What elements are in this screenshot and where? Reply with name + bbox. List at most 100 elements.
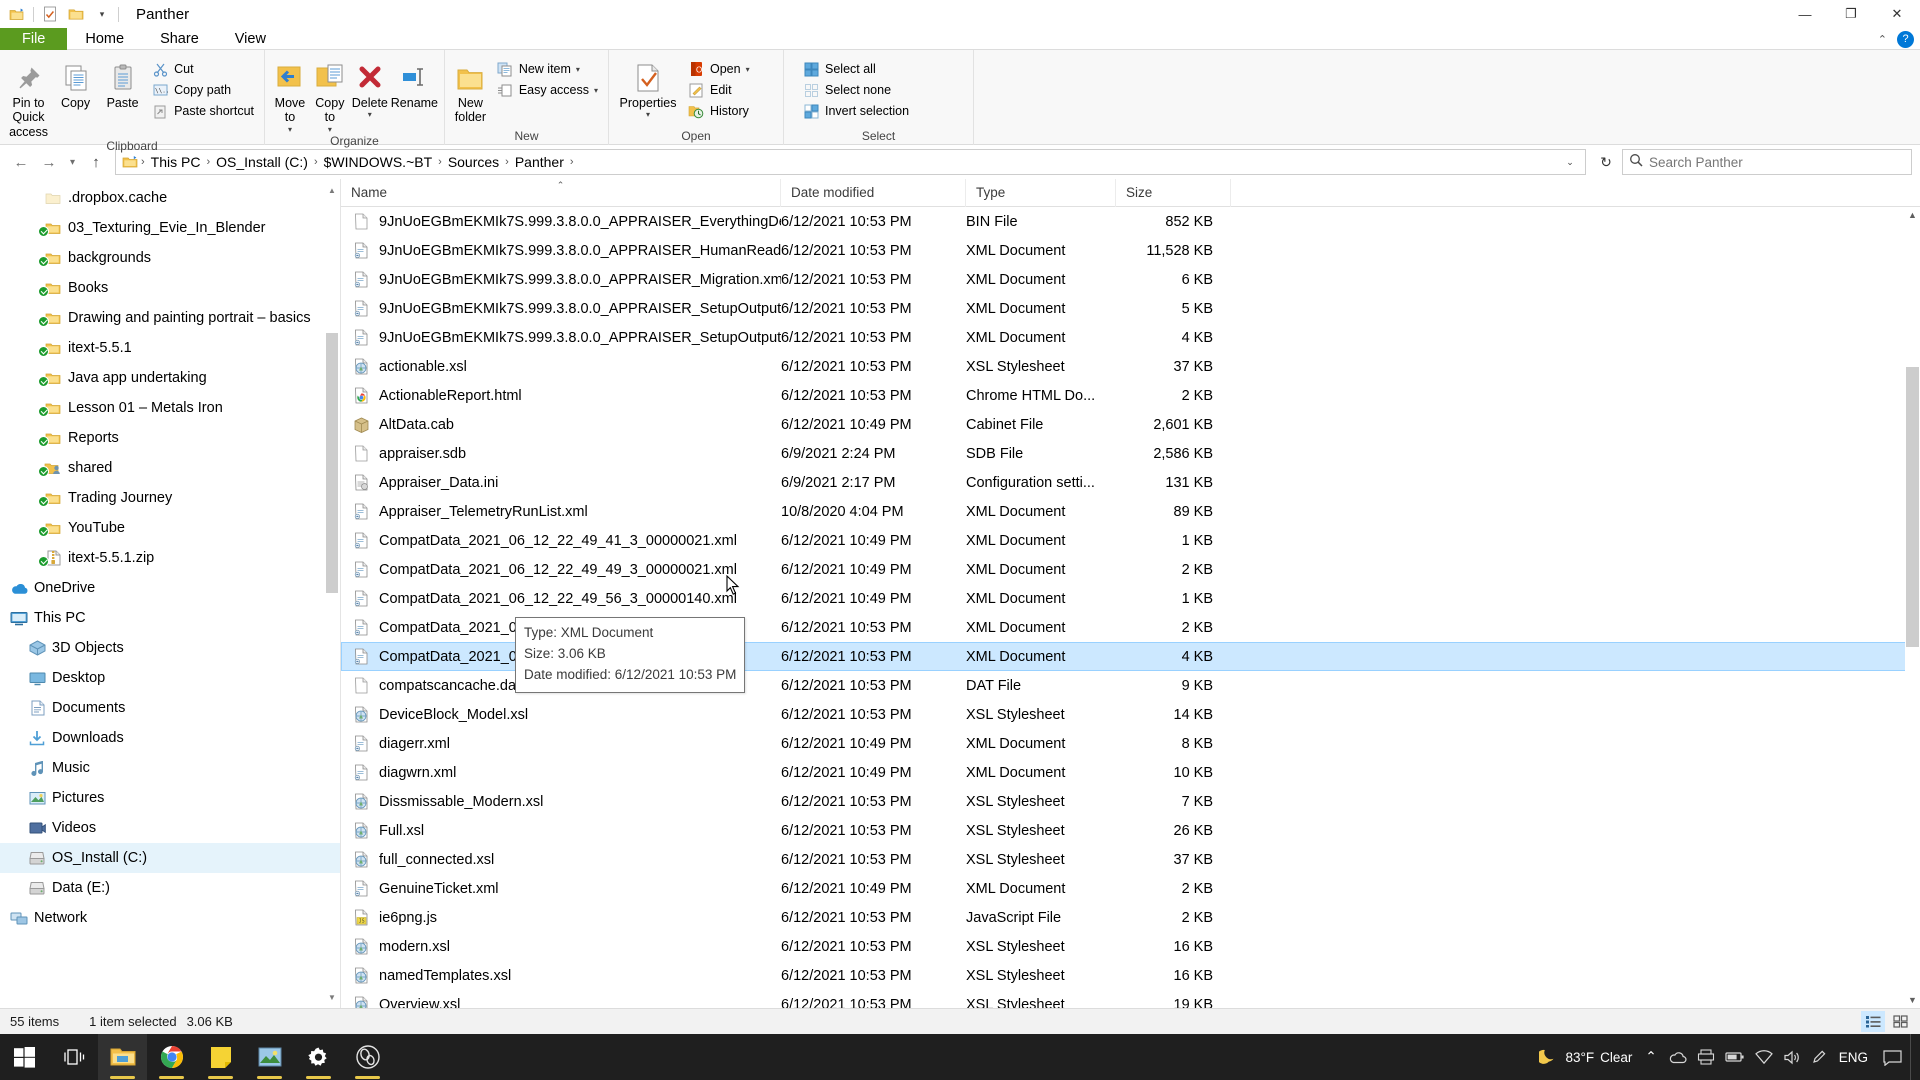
taskbar-app-obs[interactable] — [343, 1034, 392, 1080]
file-row[interactable]: CompatData_2021_06_12_22_49_41_3_0000002… — [341, 526, 1920, 555]
easy-access-caret[interactable]: ▾ — [594, 86, 598, 95]
file-row[interactable]: appraiser.sdb 6/9/2021 2:24 PM SDB File 2,5… — [341, 439, 1920, 468]
sidebar-scroll-thumb[interactable] — [326, 333, 338, 593]
details-view-icon[interactable] — [1861, 1011, 1885, 1032]
file-row[interactable]: Dissmissable_Modern.xsl 6/12/2021 10:53 P… — [341, 787, 1920, 816]
printer-tray-icon[interactable] — [1692, 1034, 1720, 1080]
breadcrumb-item-panther[interactable]: Panther — [510, 154, 569, 170]
file-row[interactable]: 9JnUoEGBmEKMIk7S.999.3.8.0.0_APPRAISER_M… — [341, 265, 1920, 294]
battery-tray-icon[interactable] — [1720, 1034, 1750, 1080]
new-item-caret[interactable]: ▾ — [576, 65, 580, 74]
breadcrumb-item-os-install[interactable]: OS_Install (C:) — [211, 154, 313, 170]
file-row[interactable]: diagwrn.xml 6/12/2021 10:49 PM XML Documen… — [341, 758, 1920, 787]
file-row[interactable]: 9JnUoEGBmEKMIk7S.999.3.8.0.0_APPRAISER_H… — [341, 236, 1920, 265]
open-button[interactable]: O Open ▾ — [683, 59, 754, 79]
pen-tray-icon[interactable] — [1806, 1034, 1832, 1080]
move-to-caret[interactable]: ▾ — [288, 125, 292, 134]
sidebar-item-downloads[interactable]: Downloads — [0, 723, 340, 753]
file-row[interactable]: Overview.xsl 6/12/2021 10:53 PM XSL Styles… — [341, 990, 1920, 1008]
file-row[interactable]: actionable.xsl 6/12/2021 10:53 PM XSL Styl… — [341, 352, 1920, 381]
taskbar-app-file-explorer[interactable] — [98, 1034, 147, 1080]
breadcrumb-dropdown-icon[interactable]: ⌄ — [1559, 157, 1581, 168]
breadcrumb[interactable]: › This PC › OS_Install (C:) › $WINDOWS.~… — [115, 149, 1586, 175]
breadcrumb-item-windows-bt[interactable]: $WINDOWS.~BT — [319, 154, 438, 170]
copy-to-caret[interactable]: ▾ — [328, 125, 332, 134]
sidebar-item-pictures[interactable]: Pictures — [0, 783, 340, 813]
invert-selection-button[interactable]: Invert selection — [798, 101, 913, 121]
delete-caret[interactable]: ▾ — [368, 110, 372, 119]
tab-home[interactable]: Home — [67, 28, 142, 50]
taskbar-app-chrome[interactable] — [147, 1034, 196, 1080]
file-row[interactable]: Appraiser_TelemetryRunList.xml 10/8/2020 … — [341, 497, 1920, 526]
file-scroll-up-icon[interactable]: ▲ — [1905, 207, 1920, 223]
file-row[interactable]: modern.xsl 6/12/2021 10:53 PM XSL Styleshe… — [341, 932, 1920, 961]
search-box[interactable]: Search Panther — [1622, 149, 1912, 175]
tab-file[interactable]: File — [0, 28, 68, 50]
file-row[interactable]: Appraiser_Data.ini 6/9/2021 2:17 PM Config… — [341, 468, 1920, 497]
maximize-button[interactable]: ❐ — [1828, 0, 1874, 28]
sidebar-item-shared[interactable]: shared — [0, 453, 340, 483]
ribbon-collapse-icon[interactable]: ⌃ — [1878, 33, 1887, 46]
breadcrumb-separator-5[interactable]: › — [569, 156, 575, 168]
properties-button[interactable]: Properties ▾ — [615, 55, 681, 120]
rename-button[interactable]: Rename — [391, 55, 438, 110]
breadcrumb-item-this-pc[interactable]: This PC — [146, 154, 206, 170]
column-header-type[interactable]: Type — [966, 178, 1116, 207]
paste-button[interactable]: Paste — [100, 55, 145, 110]
edit-button[interactable]: Edit — [683, 80, 754, 100]
large-icons-view-icon[interactable] — [1888, 1011, 1912, 1032]
sidebar-item-03-texturing-evie-in-blender[interactable]: 03_Texturing_Evie_In_Blender — [0, 213, 340, 243]
sidebar-item-backgrounds[interactable]: backgrounds — [0, 243, 340, 273]
sidebar-item-music[interactable]: Music — [0, 753, 340, 783]
file-row[interactable]: AltData.cab 6/12/2021 10:49 PM Cabinet Fil… — [341, 410, 1920, 439]
copy-path-button[interactable]: \\.. Copy path — [147, 80, 258, 100]
file-row[interactable]: CompatData_2021_06_12_22_49_56_3_0000014… — [341, 584, 1920, 613]
sidebar-item-dropbox-cache[interactable]: .dropbox.cache — [0, 183, 340, 213]
sidebar-item-books[interactable]: Books — [0, 273, 340, 303]
taskbar-app-settings[interactable] — [294, 1034, 343, 1080]
paste-shortcut-button[interactable]: Paste shortcut — [147, 101, 258, 121]
sidebar-item-onedrive[interactable]: OneDrive — [0, 573, 340, 603]
sidebar-item-videos[interactable]: Videos — [0, 813, 340, 843]
select-all-button[interactable]: Select all — [798, 59, 913, 79]
sidebar-item-lesson-01-metals-iron[interactable]: Lesson 01 – Metals Iron — [0, 393, 340, 423]
sidebar-item-drawing-and-painting-portrait-basics[interactable]: Drawing and painting portrait – basics — [0, 303, 340, 333]
language-indicator[interactable]: ENG — [1832, 1034, 1875, 1080]
sidebar-item-desktop[interactable]: Desktop — [0, 663, 340, 693]
file-row[interactable]: ActionableReport.html 6/12/2021 10:53 PM C… — [341, 381, 1920, 410]
file-row[interactable]: 9JnUoEGBmEKMIk7S.999.3.8.0.0_APPRAISER_S… — [341, 294, 1920, 323]
properties-icon[interactable] — [37, 2, 63, 26]
new-folder-icon[interactable] — [4, 2, 30, 26]
sidebar-item-3d-objects[interactable]: 3D Objects — [0, 633, 340, 663]
move-to-button[interactable]: Move to ▾ — [271, 55, 309, 134]
easy-access-button[interactable]: Easy access ▾ — [492, 80, 602, 100]
history-button[interactable]: History — [683, 101, 754, 121]
sidebar-item-documents[interactable]: Documents — [0, 693, 340, 723]
cut-button[interactable]: Cut — [147, 59, 258, 79]
file-row[interactable]: diagerr.xml 6/12/2021 10:49 PM XML Documen… — [341, 729, 1920, 758]
sidebar-item-youtube[interactable]: YouTube — [0, 513, 340, 543]
copy-to-button[interactable]: Copy to ▾ — [311, 55, 349, 134]
network-tray-icon[interactable] — [1750, 1034, 1778, 1080]
file-list-scrollbar[interactable]: ▲ ▼ — [1905, 207, 1920, 1008]
sidebar-item-network[interactable]: Network — [0, 903, 340, 933]
new-item-button[interactable]: New item ▾ — [492, 59, 602, 79]
file-row[interactable]: namedTemplates.xsl 6/12/2021 10:53 PM XSL … — [341, 961, 1920, 990]
volume-tray-icon[interactable] — [1778, 1034, 1806, 1080]
minimize-button[interactable]: — — [1782, 0, 1828, 28]
sidebar-scroll-down-icon[interactable]: ▼ — [326, 990, 338, 1004]
tab-share[interactable]: Share — [142, 28, 217, 50]
sidebar-item-itext-5-5-1-zip[interactable]: itext-5.5.1.zip — [0, 543, 340, 573]
file-scroll-down-icon[interactable]: ▼ — [1905, 992, 1920, 1008]
task-view-icon[interactable] — [49, 1034, 98, 1080]
file-scroll-thumb[interactable] — [1906, 367, 1919, 647]
select-none-button[interactable]: Select none — [798, 80, 913, 100]
file-row[interactable]: 9JnUoEGBmEKMIk7S.999.3.8.0.0_APPRAISER_E… — [341, 207, 1920, 236]
file-row[interactable]: GenuineTicket.xml 6/12/2021 10:49 PM XML D… — [341, 874, 1920, 903]
file-row[interactable]: CompatData_2021_06_12_22_49_49_3_0000002… — [341, 555, 1920, 584]
copy-button[interactable]: Copy — [53, 55, 98, 110]
file-row[interactable]: JS ie6png.js 6/12/2021 10:53 PM JavaScript … — [341, 903, 1920, 932]
sidebar-item-data-e[interactable]: Data (E:) — [0, 873, 340, 903]
taskbar-app-sticky-notes[interactable] — [196, 1034, 245, 1080]
new-folder-button[interactable]: New folder — [451, 55, 490, 125]
